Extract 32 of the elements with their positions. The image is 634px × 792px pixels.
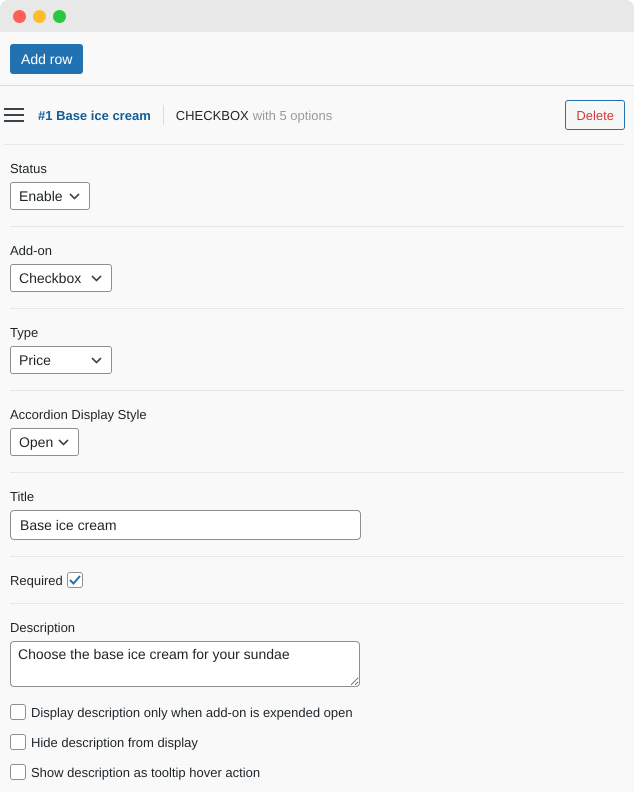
chevron-down-icon [58,438,69,446]
row-type: CHECKBOX [176,108,249,122]
checkbox[interactable] [10,734,26,750]
menu-icon[interactable] [4,108,24,122]
checkbox[interactable] [66,572,83,588]
field-label: Type [10,325,40,340]
option-label: Display description only when add-on is expended open [31,704,353,720]
field-label: Add-on [10,243,53,258]
row-summary: with 5 options [252,108,332,122]
close-button[interactable] [13,10,26,22]
field-label: Description [10,620,76,635]
chevron-down-icon [69,192,80,200]
field-label: Title [10,489,36,504]
checkbox[interactable] [10,704,26,720]
row-title[interactable]: #1 Base ice cream [38,108,151,122]
select-field[interactable]: Checkbox [10,264,112,292]
field-label: Accordion Display Style [10,407,148,422]
add-row-button[interactable]: Add row [10,44,84,74]
maximize-button[interactable] [53,10,66,22]
delete-button[interactable]: Delete [565,100,625,130]
chevron-down-icon [91,274,102,282]
option-label: Show description as tooltip hover action [31,764,260,780]
field-label: Required [10,572,63,588]
description-textarea[interactable]: Choose the base ice cream for your sundae [10,641,360,687]
select-field[interactable]: Price [10,346,112,374]
field-label: Status [10,161,48,176]
option-label: Hide description from display [31,734,198,750]
select-field[interactable]: Enable [10,182,90,210]
title-input[interactable]: Base ice cream [10,510,361,540]
select-field[interactable]: Open [10,428,79,456]
chevron-down-icon [91,356,102,364]
checkbox[interactable] [10,764,26,780]
